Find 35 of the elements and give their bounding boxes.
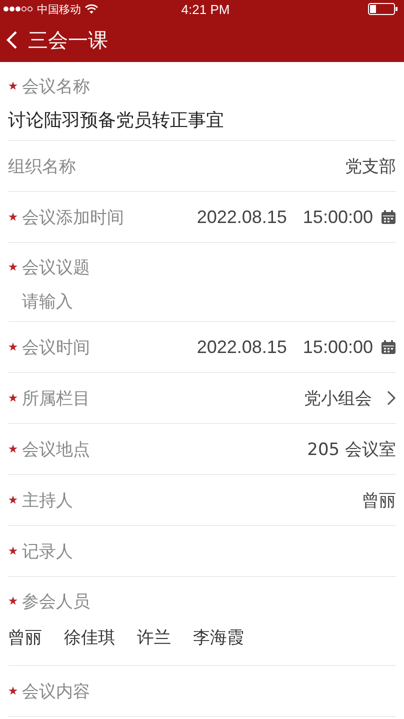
- back-button[interactable]: [6, 30, 18, 50]
- field-value[interactable]: 党小组会: [304, 386, 372, 410]
- calendar-icon[interactable]: [381, 340, 396, 354]
- date-value[interactable]: 2022.08.15: [196, 206, 287, 228]
- field-label: 记录人: [22, 540, 73, 562]
- field-label: 会议内容: [22, 680, 90, 702]
- carrier-name: 中国移动: [37, 2, 81, 16]
- field-label: 会议时间: [22, 336, 90, 358]
- field-label: 会议地点: [22, 438, 90, 460]
- chevron-icon[interactable]: [386, 390, 396, 406]
- field-value: 205 会议室: [307, 438, 396, 460]
- date-value[interactable]: 2022.08.15: [196, 336, 287, 358]
- field-value[interactable]: 讨论陆羽预备党员转正事宜: [8, 104, 396, 138]
- calendar-icon[interactable]: [381, 210, 396, 224]
- page-title: 三会一课: [28, 26, 108, 54]
- field-label: 所属栏目: [22, 388, 90, 410]
- input-field[interactable]: 请输入: [22, 285, 222, 319]
- battery-icon: [368, 3, 398, 15]
- field-label: 会议添加时间: [22, 206, 124, 228]
- signal-icon: [3, 6, 33, 12]
- field-label: 组织名称: [8, 156, 76, 178]
- wifi-icon: [85, 4, 98, 14]
- field-label: 会议名称: [22, 76, 90, 98]
- field-label: 会议议题: [22, 256, 90, 278]
- attendee-name: 徐佳琪: [64, 626, 115, 648]
- time-value[interactable]: 15:00:00: [302, 206, 373, 228]
- field-value: 曾丽: [362, 490, 396, 512]
- time-value[interactable]: 15:00:00: [302, 336, 373, 358]
- field-label: 主持人: [22, 490, 73, 512]
- field-label: 参会人员: [22, 590, 90, 612]
- attendee-name: 曾丽: [8, 626, 42, 648]
- attendee-name: 许兰: [137, 626, 171, 648]
- attendee-name: 李海霞: [193, 626, 244, 648]
- status-time: 4:21 PM: [181, 2, 230, 16]
- field-value: 党支部: [345, 156, 396, 178]
